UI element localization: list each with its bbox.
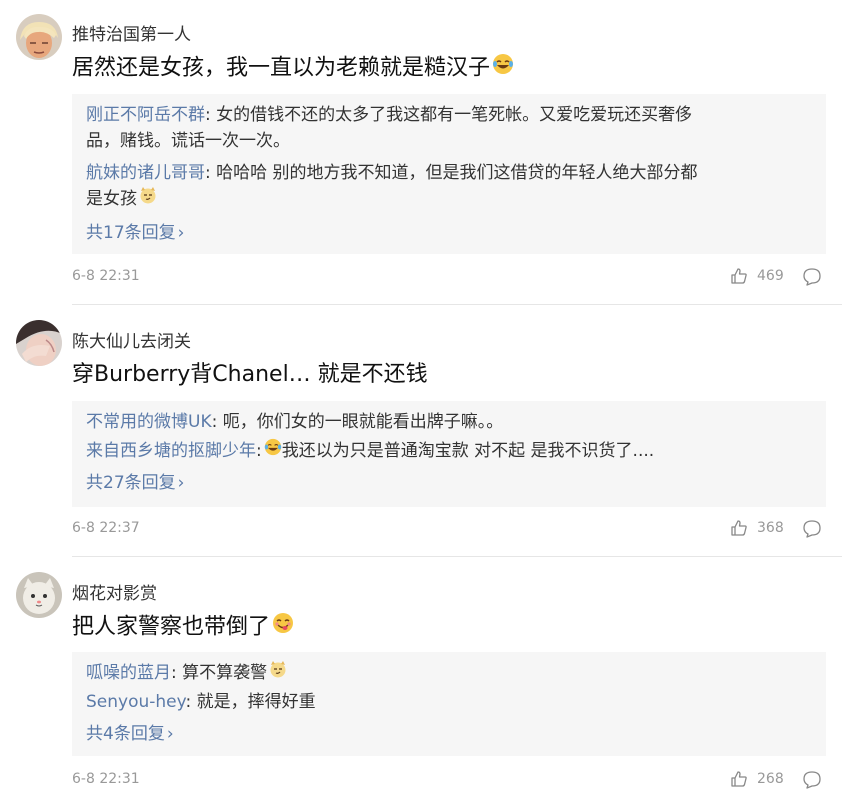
speech-bubble-icon[interactable] — [802, 267, 822, 291]
reply-username[interactable]: 来自西乡塘的抠脚少年 — [86, 441, 256, 461]
reply-text: 呃，你们女的一眼就能看出牌子嘛。。 — [217, 412, 504, 432]
username[interactable]: 推特治国第一人 — [72, 20, 191, 45]
avatar[interactable] — [16, 572, 62, 618]
avatar[interactable] — [16, 320, 62, 366]
like-button[interactable]: 268 — [730, 770, 790, 790]
like-button[interactable]: 368 — [730, 519, 790, 539]
reply-item: 呱噪的蓝月: 算不算袭警 — [86, 660, 812, 686]
view-more-replies-link[interactable]: 共4条回复 › — [86, 719, 174, 744]
timestamp: 6-8 22:31 — [72, 771, 140, 787]
laughing-tears-emoji-icon — [264, 438, 282, 464]
timestamp: 6-8 22:37 — [72, 520, 140, 536]
reply-username[interactable]: 呱噪的蓝月 — [86, 663, 171, 683]
username[interactable]: 陈大仙儿去闭关 — [72, 327, 191, 352]
like-button[interactable]: 469 — [730, 267, 790, 287]
reply-item: Senyou-hey: 就是，摔得好重 — [86, 689, 812, 715]
comment-text-body: 居然还是女孩，我一直以为老赖就是糙汉子 — [72, 55, 491, 81]
username[interactable]: 烟花对影赏 — [72, 579, 157, 604]
reply-item: 不常用的微博UK: 呃，你们女的一眼就能看出牌子嘛。。 — [86, 409, 812, 435]
reply-item: 航妹的诸儿哥哥: 哈哈哈 别的地方我不知道，但是我们这借贷的年轻人绝大部分都 是… — [86, 160, 812, 212]
reply-text: 哈哈哈 别的地方我不知道，但是我们这借贷的年轻人绝大部分都 — [210, 163, 698, 183]
like-count: 469 — [757, 268, 784, 284]
yum-face-emoji-icon — [272, 612, 294, 643]
chevron-right-icon: › — [166, 724, 174, 744]
reply-box: 呱噪的蓝月: 算不算袭警 Senyou-hey: 就是，摔得好重 共4条回复 › — [72, 652, 826, 756]
view-more-replies-link[interactable]: 共27条回复 › — [86, 468, 184, 493]
more-replies-label: 共17条回复 — [86, 223, 176, 243]
reply-box: 不常用的微博UK: 呃，你们女的一眼就能看出牌子嘛。。 来自西乡塘的抠脚少年: 我… — [72, 401, 826, 507]
smirk-dog-emoji-icon — [139, 186, 157, 212]
chevron-right-icon: › — [177, 473, 185, 493]
reply-text: 我还以为只是普通淘宝款 对不起 是我不识货了.... — [281, 441, 655, 461]
reply-item: 来自西乡塘的抠脚少年: 我还以为只是普通淘宝款 对不起 是我不识货了.... — [86, 438, 812, 464]
reply-username[interactable]: 刚正不阿岳不群 — [86, 105, 205, 125]
speech-bubble-icon[interactable] — [802, 519, 822, 543]
reply-text: 就是，摔得好重 — [191, 692, 316, 712]
more-replies-label: 共27条回复 — [86, 473, 176, 493]
reply-item: 刚正不阿岳不群: 女的借钱不还的太多了我这都有一笔死帐。又爱吃爱玩还买奢侈 品，… — [86, 102, 812, 154]
comment-text: 居然还是女孩，我一直以为老赖就是糙汉子 — [72, 53, 514, 84]
divider — [72, 556, 842, 557]
more-replies-label: 共4条回复 — [86, 724, 165, 744]
speech-bubble-icon[interactable] — [802, 770, 822, 794]
divider — [72, 304, 842, 305]
chevron-right-icon: › — [177, 223, 185, 243]
like-count: 368 — [757, 520, 784, 536]
reply-text-cont: 品，赌钱。谎话一次一次。 — [86, 131, 290, 151]
reply-text-cont: 是女孩 — [86, 189, 137, 209]
reply-username[interactable]: 不常用的微博UK — [86, 412, 212, 432]
like-count: 268 — [757, 771, 784, 787]
smirk-dog-emoji-icon — [269, 660, 287, 686]
view-more-replies-link[interactable]: 共17条回复 › — [86, 218, 184, 243]
thumbs-up-icon — [731, 771, 747, 787]
comment-text-body: 把人家警察也带倒了 — [72, 614, 271, 640]
reply-username[interactable]: Senyou-hey — [86, 692, 185, 712]
reply-text: 女的借钱不还的太多了我这都有一笔死帐。又爱吃爱玩还买奢侈 — [210, 105, 693, 125]
laughing-tears-emoji-icon — [492, 53, 514, 84]
thumbs-up-icon — [731, 268, 747, 284]
reply-username[interactable]: 航妹的诸儿哥哥 — [86, 163, 205, 183]
avatar[interactable] — [16, 14, 62, 60]
comment-text: 穿Burberry背Chanel… 就是不还钱 — [72, 362, 428, 387]
reply-text: 算不算袭警 — [176, 663, 268, 683]
comment-text: 把人家警察也带倒了 — [72, 612, 294, 643]
thumbs-up-icon — [731, 520, 747, 536]
timestamp: 6-8 22:31 — [72, 268, 140, 284]
reply-box: 刚正不阿岳不群: 女的借钱不还的太多了我这都有一笔死帐。又爱吃爱玩还买奢侈 品，… — [72, 94, 826, 254]
reply-separator: : — [256, 441, 262, 461]
